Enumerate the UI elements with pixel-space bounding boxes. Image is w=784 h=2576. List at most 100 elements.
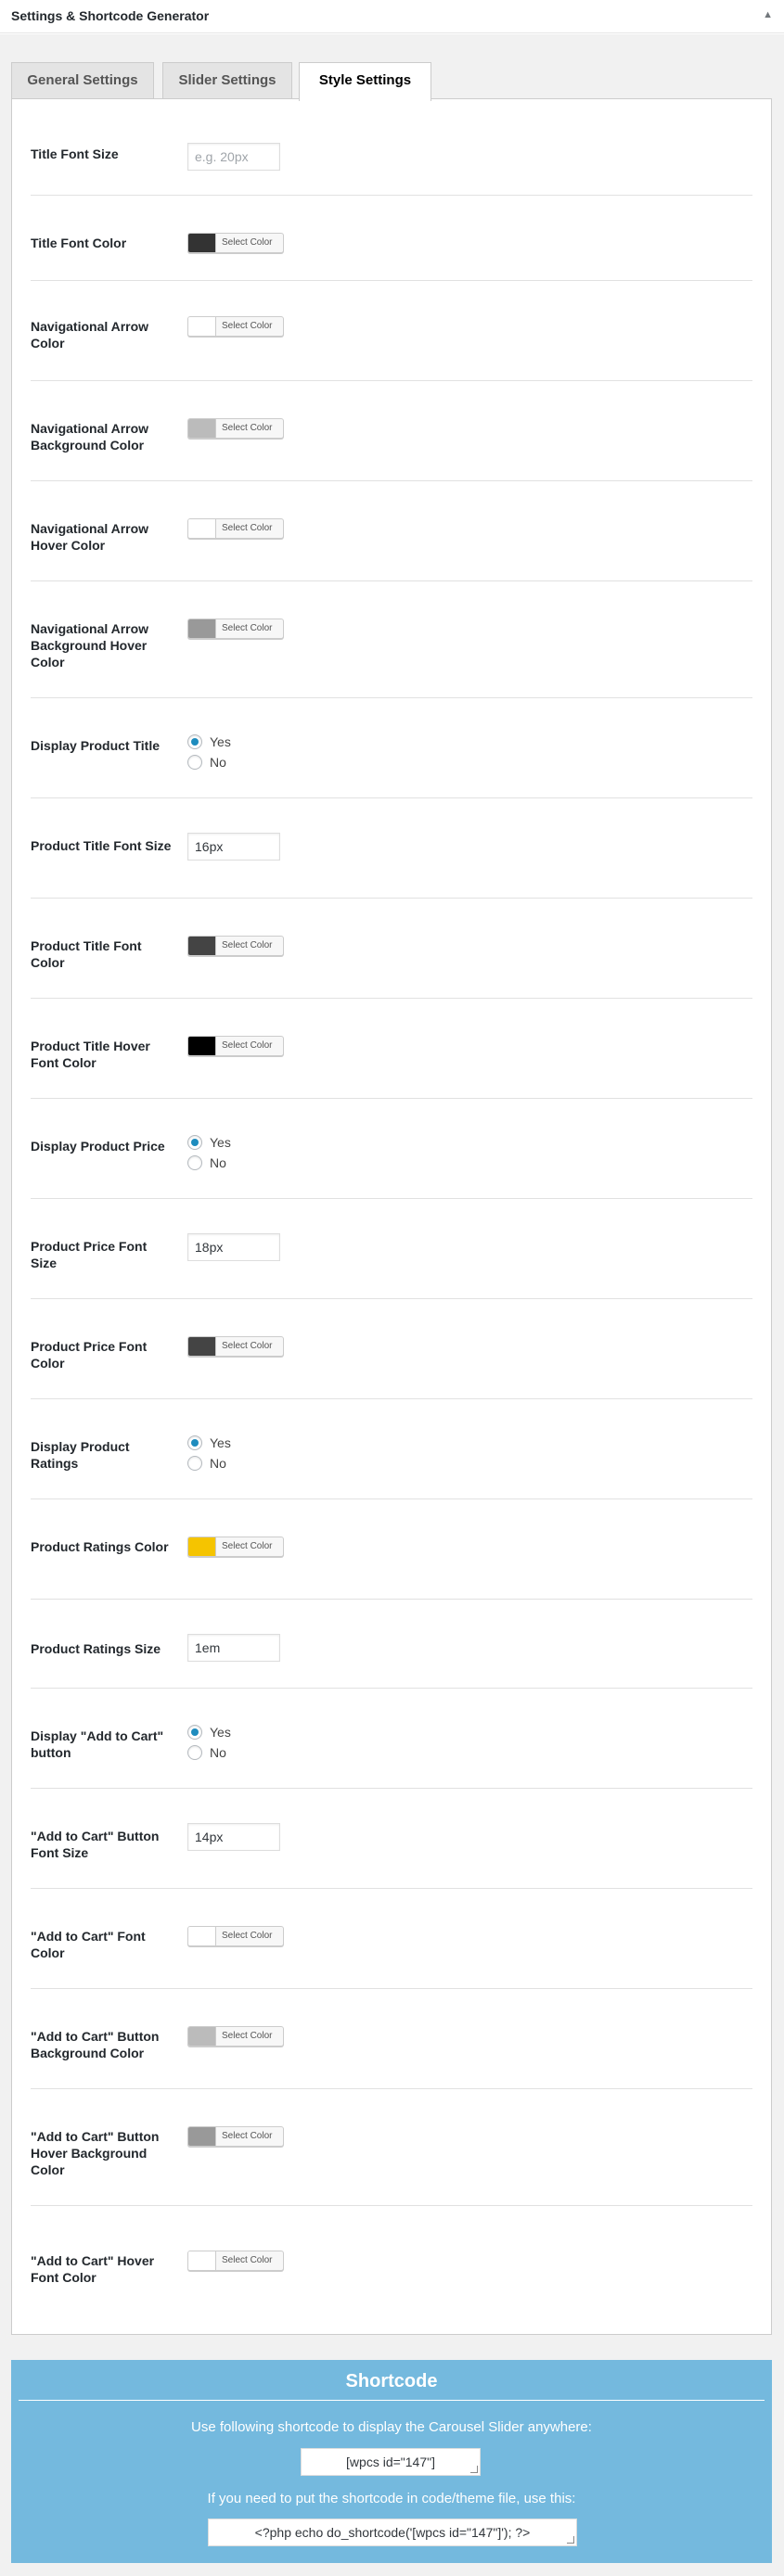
radio-label: No [210,1456,226,1471]
product-title-hover-font-color-picker[interactable]: Select Color [187,1036,284,1056]
select-color-label: Select Color [222,623,273,633]
select-color-label: Select Color [222,321,273,331]
row-nav-arrow-hover-color: Navigational Arrow Hover Color Select Co… [31,481,752,581]
radio-button[interactable] [187,755,202,770]
settings-postbox: Settings & Shortcode Generator ▲ General… [0,0,784,2576]
field-label: Title Font Size [31,147,119,161]
row-product-title-hover-font-color: Product Title Hover Font Color Select Co… [31,999,752,1099]
radio-button[interactable] [187,1725,202,1740]
radio-label: Yes [210,1135,231,1150]
select-color-label: Select Color [222,2031,273,2041]
color-swatch [188,1927,216,1945]
shortcode-title: Shortcode [345,2371,438,2391]
select-color-label: Select Color [222,1341,273,1351]
style-settings-panel: Title Font Size Title Font Color Select … [11,98,772,2335]
product-price-font-color-picker[interactable]: Select Color [187,1336,284,1357]
collapse-arrow-icon[interactable]: ▲ [763,9,773,20]
color-swatch [188,317,216,336]
field-label: Product Ratings Size [31,1641,161,1656]
field-label: Navigational Arrow Hover Color [31,521,149,553]
settings-tabs: General Settings Slider Settings Style S… [11,62,772,101]
field-label: Product Title Font Color [31,938,142,970]
tab-style-settings[interactable]: Style Settings [299,62,431,101]
nav-arrow-bg-color-picker[interactable]: Select Color [187,418,284,439]
radio-label: No [210,755,226,770]
row-nav-arrow-bg-hover-color: Navigational Arrow Background Hover Colo… [31,581,752,698]
add-to-cart-hover-font-color-picker[interactable]: Select Color [187,2251,284,2271]
field-label: Product Title Font Size [31,838,172,853]
field-label: "Add to Cart" Button Font Size [31,1829,160,1860]
shortcode-field[interactable]: [wpcs id="147"] [301,2448,481,2476]
row-add-to-cart-bg-color: "Add to Cart" Button Background Color Se… [31,1989,752,2089]
postbox-title: Settings & Shortcode Generator [11,8,210,23]
select-color-label: Select Color [222,1541,273,1551]
row-add-to-cart-hover-bg-color: "Add to Cart" Button Hover Background Co… [31,2089,752,2206]
row-add-to-cart-font-color: "Add to Cart" Font Color Select Color [31,1889,752,1989]
field-label: "Add to Cart" Hover Font Color [31,2253,155,2285]
add-to-cart-bg-color-picker[interactable]: Select Color [187,2026,284,2047]
field-label: "Add to Cart" Button Hover Background Co… [31,2129,160,2177]
radio-label: No [210,1155,226,1170]
color-swatch [188,519,216,538]
add-to-cart-font-size-input[interactable] [187,1823,280,1851]
row-product-ratings-size: Product Ratings Size [31,1600,752,1689]
radio-label: Yes [210,1725,231,1740]
nav-arrow-color-picker[interactable]: Select Color [187,316,284,337]
select-color-label: Select Color [222,1040,273,1051]
field-label: "Add to Cart" Button Background Color [31,2029,160,2060]
color-swatch [188,1337,216,1356]
radio-button[interactable] [187,1745,202,1760]
color-swatch [188,234,216,252]
select-color-label: Select Color [222,2255,273,2265]
field-label: Display "Add to Cart" button [31,1728,164,1760]
shortcode-description: Use following shortcode to display the C… [191,2419,592,2435]
product-price-font-size-input[interactable] [187,1233,280,1261]
color-swatch [188,1037,216,1055]
field-label: Display Product Title [31,738,160,753]
select-color-label: Select Color [222,1931,273,1941]
row-nav-arrow-color: Navigational Arrow Color Select Color [31,281,752,381]
title-font-size-input[interactable] [187,143,280,171]
color-swatch [188,2027,216,2046]
product-ratings-color-picker[interactable]: Select Color [187,1537,284,1557]
row-title-font-color: Title Font Color Select Color [31,196,752,281]
row-title-font-size: Title Font Size [31,99,752,196]
tab-general-settings[interactable]: General Settings [11,62,154,99]
add-to-cart-hover-bg-color-picker[interactable]: Select Color [187,2126,284,2147]
tab-slider-settings[interactable]: Slider Settings [162,62,292,99]
color-swatch [188,2127,216,2146]
radio-button[interactable] [187,1456,202,1471]
php-shortcode-field[interactable]: <?php echo do_shortcode('[wpcs id="147"]… [208,2519,577,2546]
product-ratings-size-input[interactable] [187,1634,280,1662]
add-to-cart-font-color-picker[interactable]: Select Color [187,1926,284,1946]
nav-arrow-bg-hover-color-picker[interactable]: Select Color [187,618,284,639]
radio-button[interactable] [187,1155,202,1170]
title-font-color-picker[interactable]: Select Color [187,233,284,253]
row-product-price-font-size: Product Price Font Size [31,1199,752,1299]
shortcode-divider [19,2400,765,2401]
product-title-font-color-picker[interactable]: Select Color [187,936,284,956]
nav-arrow-hover-color-picker[interactable]: Select Color [187,518,284,539]
row-display-product-price: Display Product Price Yes No [31,1099,752,1199]
postbox-header: Settings & Shortcode Generator ▲ [0,0,784,33]
product-title-font-size-input[interactable] [187,833,280,861]
select-color-label: Select Color [222,2131,273,2141]
select-color-label: Select Color [222,423,273,433]
radio-button[interactable] [187,1135,202,1150]
color-swatch [188,2251,216,2270]
color-swatch [188,1537,216,1556]
field-label: Product Ratings Color [31,1539,169,1554]
radio-label: Yes [210,734,231,749]
radio-button[interactable] [187,1435,202,1450]
color-swatch [188,619,216,638]
row-product-ratings-color: Product Ratings Color Select Color [31,1499,752,1600]
php-shortcode-description: If you need to put the shortcode in code… [207,2491,576,2506]
field-label: Display Product Ratings [31,1439,130,1471]
row-display-product-ratings: Display Product Ratings Yes No [31,1399,752,1499]
radio-button[interactable] [187,734,202,749]
row-product-title-font-size: Product Title Font Size [31,798,752,899]
radio-label: Yes [210,1435,231,1450]
row-display-product-title: Display Product Title Yes No [31,698,752,798]
color-swatch [188,937,216,955]
row-add-to-cart-hover-font-color: "Add to Cart" Hover Font Color Select Co… [31,2206,752,2334]
